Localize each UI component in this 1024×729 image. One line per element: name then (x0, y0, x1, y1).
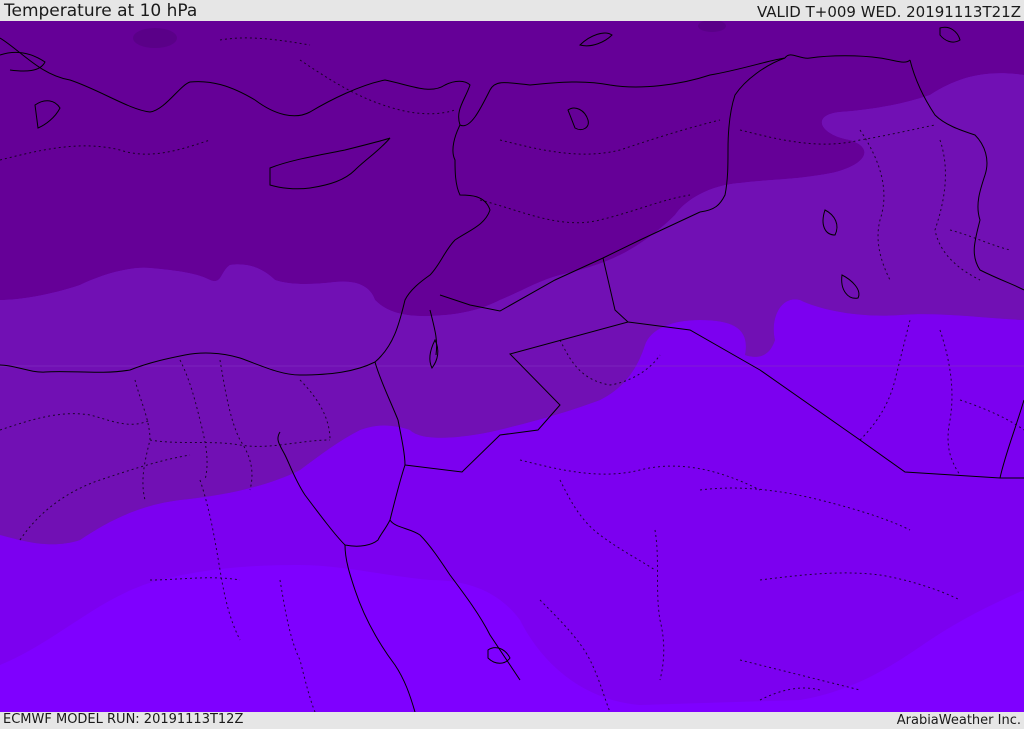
map-footer: ECMWF MODEL RUN: 20191113T12Z ArabiaWeat… (0, 712, 1024, 729)
credit-label: ArabiaWeather Inc. (896, 713, 1021, 728)
cold-spot (133, 28, 177, 48)
temperature-map[interactable] (0, 21, 1024, 712)
map-header: Temperature at 10 hPa VALID T+009 WED. 2… (0, 0, 1024, 21)
model-run-label: ECMWF MODEL RUN: 20191113T12Z (3, 712, 244, 727)
map-title: Temperature at 10 hPa (4, 1, 198, 21)
valid-time: VALID T+009 WED. 20191113T21Z (756, 3, 1021, 21)
